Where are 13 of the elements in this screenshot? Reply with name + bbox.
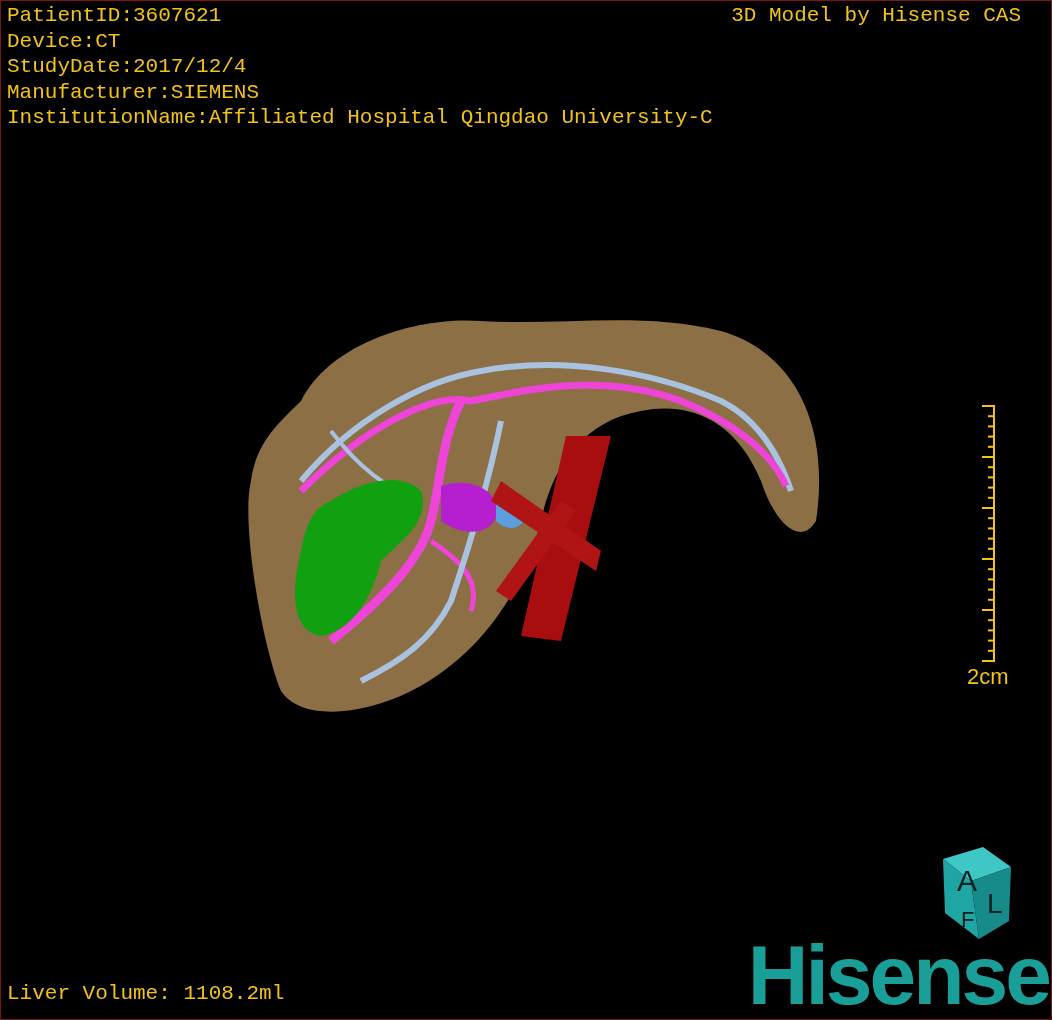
info-text: StudyDate:2017/12/4 [7, 54, 247, 80]
model-caption: 3D Model by Hisense CAS [731, 3, 1021, 29]
info-text: Manufacturer:SIEMENS [7, 79, 260, 105]
info-text: Device:CT [7, 28, 121, 54]
orientation-cube[interactable] [943, 847, 1011, 939]
cube-face-label: A [957, 864, 977, 897]
liver-volume-text: Liver Volume: 1108.2ml [7, 982, 285, 1005]
brand-logo: Hisense [747, 933, 1049, 1017]
cube-face-label: F [961, 907, 975, 932]
scale-label: 2cm [967, 665, 1009, 689]
info-text: InstitutionName:Affiliated Hospital Qingdao University-C [7, 105, 713, 131]
cube-face-label: L [987, 888, 1003, 919]
info-text: PatientID:3607621 [7, 3, 222, 29]
